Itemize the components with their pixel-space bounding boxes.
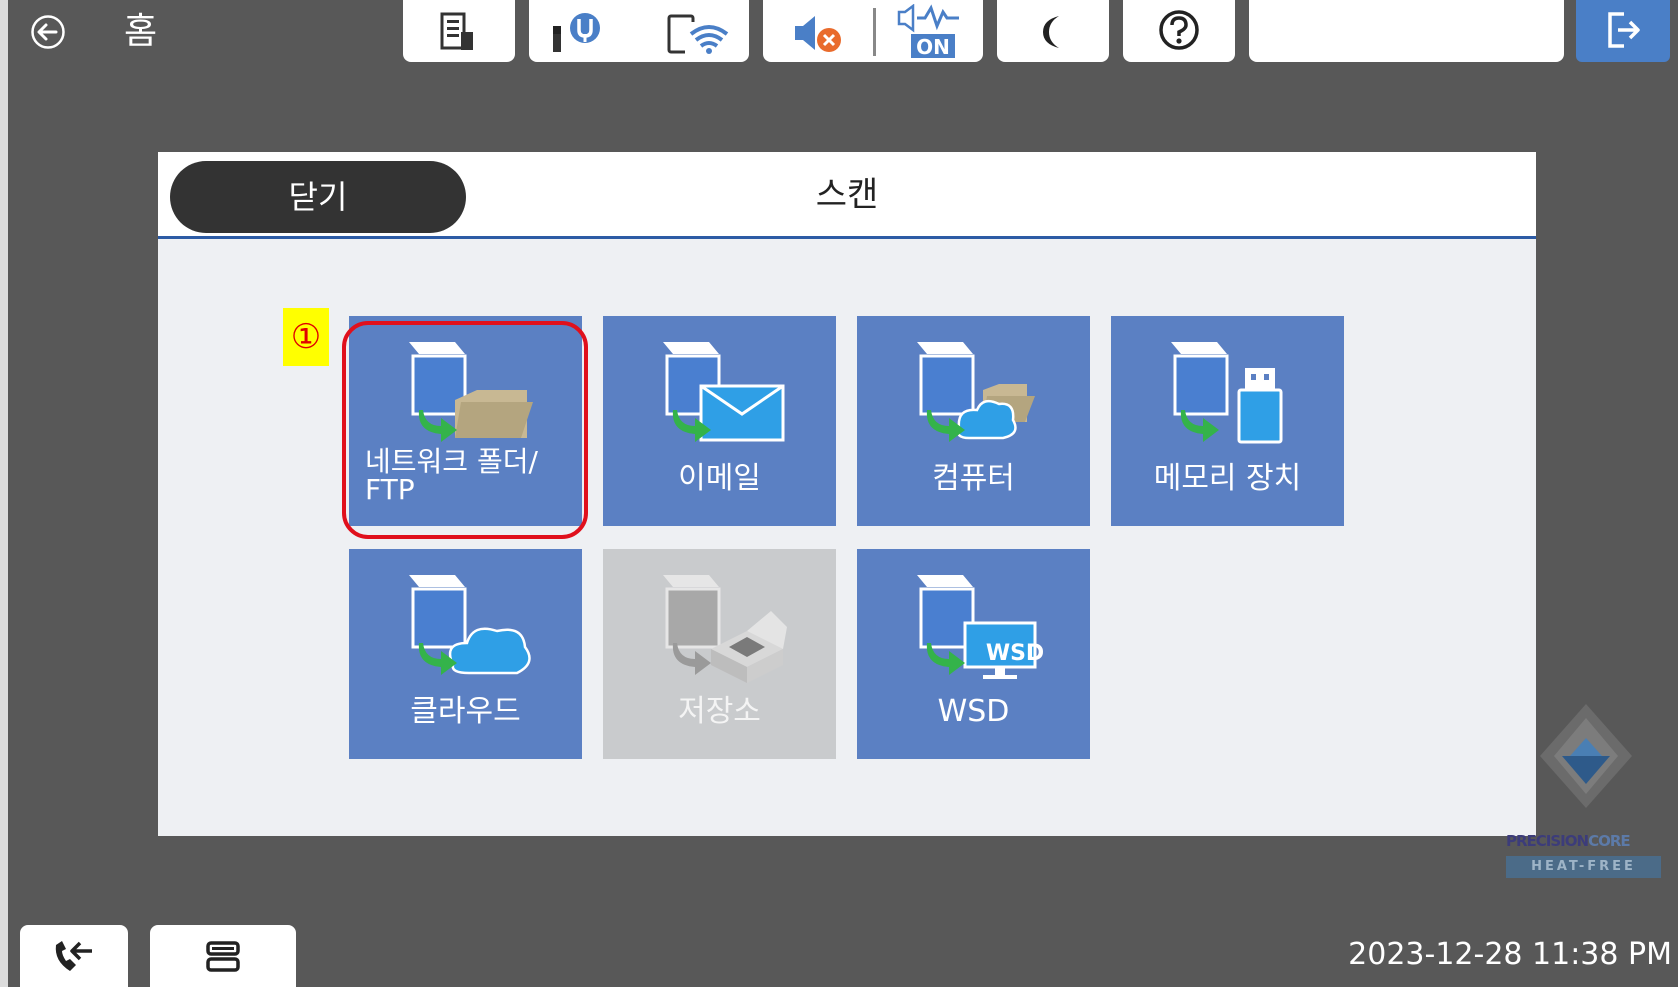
tile-label: 클라우드 [410, 694, 521, 729]
sound-quiet-button[interactable]: ON [763, 0, 983, 62]
email-icon [663, 342, 785, 442]
fax-button[interactable] [20, 925, 128, 987]
job-status-button[interactable] [403, 0, 515, 62]
tile-label: 컴퓨터 [932, 461, 1015, 496]
phone-icon [55, 941, 92, 971]
quiet-mode-on-badge: ON [916, 35, 950, 59]
highlight-ring [342, 321, 588, 539]
screen-edge [0, 0, 8, 987]
wsd-badge: WSD [986, 641, 1044, 666]
cloud-icon [409, 575, 531, 675]
memory-device-icon [1171, 342, 1283, 444]
brand-line1: PRECISIONCORE [1506, 832, 1666, 850]
annotation-marker: ① [283, 308, 329, 366]
tile-email[interactable]: 이메일 [603, 316, 836, 526]
tile-label: 메모리 장치 [1153, 461, 1302, 496]
precisioncore-diamond-icon [1540, 704, 1632, 808]
exit-button[interactable] [1576, 0, 1670, 62]
tile-wsd[interactable]: WSD WSD [857, 549, 1090, 759]
job-list-icon [206, 941, 240, 972]
status-message-area [1249, 0, 1564, 62]
tile-label: WSD [937, 694, 1010, 729]
sleep-icon [1043, 16, 1059, 48]
sleep-button[interactable] [997, 0, 1109, 62]
brand-line2: HEAT-FREE [1506, 856, 1661, 878]
brand-core: CORE [1588, 832, 1631, 850]
logout-icon [1608, 12, 1640, 48]
home-label[interactable]: 홈 [124, 10, 157, 54]
ink-icon [553, 13, 600, 52]
brand-precision: PRECISION [1506, 832, 1589, 850]
job-status-icon [440, 12, 473, 50]
back-arrow-icon[interactable] [30, 14, 66, 50]
computer-icon [917, 342, 1035, 442]
tile-computer[interactable]: 컴퓨터 [857, 316, 1090, 526]
tile-memory-device[interactable]: 메모리 장치 [1111, 316, 1344, 526]
top-bar: 홈 ON [8, 0, 1678, 66]
tile-label: 저장소 [678, 694, 761, 729]
help-icon [1159, 10, 1199, 50]
precisioncore-logo: PRECISIONCORE HEAT-FREE [1506, 700, 1666, 890]
tile-cloud[interactable]: 클라우드 [349, 549, 582, 759]
mute-icon [795, 16, 841, 52]
panel-header: 스캔 닫기 [158, 152, 1536, 239]
close-button[interactable]: 닫기 [170, 161, 466, 233]
storage-icon [663, 575, 787, 683]
tile-label: 이메일 [678, 461, 761, 496]
help-button[interactable] [1123, 0, 1235, 62]
wifi-icon [667, 14, 729, 54]
datetime: 2023-12-28 11:38 PM [1348, 937, 1672, 972]
wsd-icon: WSD [917, 575, 1044, 679]
quiet-mode-icon: ON [897, 4, 959, 59]
tile-storage: 저장소 [603, 549, 836, 759]
job-list-button[interactable] [150, 925, 296, 987]
ink-wifi-button[interactable] [529, 0, 749, 62]
